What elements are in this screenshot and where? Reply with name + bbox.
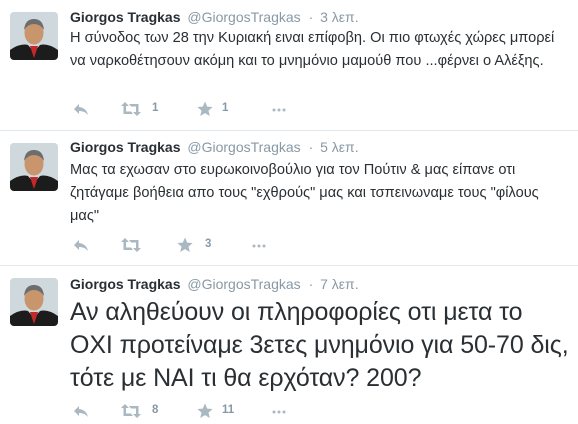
more-button[interactable] [271,101,287,117]
favorite-count[interactable]: 11 [222,404,234,416]
tweet-text: Αν αληθεύουν οι πληροφορίες οτι μετα το … [70,298,569,392]
avatar[interactable] [10,278,58,326]
retweet-icon [121,238,141,252]
more-icon [272,410,286,414]
meta-separator: · [308,9,314,25]
tweet-text: Μας τα εχωσαν στο ευρωκοινοβούλιο για το… [70,162,539,224]
retweet-count[interactable]: 1 [152,102,158,114]
reply-icon [74,104,88,115]
retweet-button[interactable] [120,101,142,117]
star-icon [177,237,193,252]
reply-button[interactable] [73,101,89,117]
retweet-button[interactable] [120,403,142,419]
tweet-author-handle[interactable]: @GiorgosTragkas [187,276,300,292]
retweet-icon [121,102,141,116]
reply-button[interactable] [73,403,89,419]
retweet-icon [121,404,141,418]
tweet-author-handle[interactable]: @GiorgosTragkas [187,139,300,155]
tweet-author-name[interactable]: Giorgos Tragkas [70,139,180,155]
profile-photo-icon [10,278,58,326]
reply-button[interactable] [73,237,89,253]
tweet-author-name[interactable]: Giorgos Tragkas [70,9,180,25]
meta-separator: · [308,276,314,292]
more-button[interactable] [251,237,267,253]
avatar[interactable] [10,12,58,60]
tweet-timestamp[interactable]: 7 λεπ. [320,276,358,292]
tweet-timestamp[interactable]: 5 λεπ. [320,139,358,155]
more-icon [252,244,266,248]
retweet-count[interactable]: 8 [152,404,158,416]
reply-icon [74,240,88,251]
favorite-count[interactable]: 3 [205,238,211,250]
star-icon [197,403,213,418]
tweet: Giorgos Tragkas @GiorgosTragkas · 3 λεπ.… [0,0,578,130]
tweet-author-name[interactable]: Giorgos Tragkas [70,276,180,292]
tweet-text: Η σύνοδος των 28 την Κυριακή ειναι επίφο… [70,30,555,69]
favorite-button[interactable] [177,237,193,253]
tweet-author-handle[interactable]: @GiorgosTragkas [187,9,300,25]
more-button[interactable] [271,403,287,419]
tweet: Giorgos Tragkas @GiorgosTragkas · 5 λεπ.… [0,131,578,265]
tweet-timestamp[interactable]: 3 λεπ. [320,9,358,25]
tweet: Giorgos Tragkas @GiorgosTragkas · 7 λεπ.… [0,266,578,424]
favorite-button[interactable] [197,101,213,117]
profile-photo-icon [10,143,58,191]
star-icon [197,101,213,116]
meta-separator: · [308,139,314,155]
profile-photo-icon [10,12,58,60]
avatar[interactable] [10,143,58,191]
favorite-count[interactable]: 1 [222,102,228,114]
more-icon [272,108,286,112]
favorite-button[interactable] [197,403,213,419]
reply-icon [74,406,88,417]
retweet-button[interactable] [120,237,142,253]
